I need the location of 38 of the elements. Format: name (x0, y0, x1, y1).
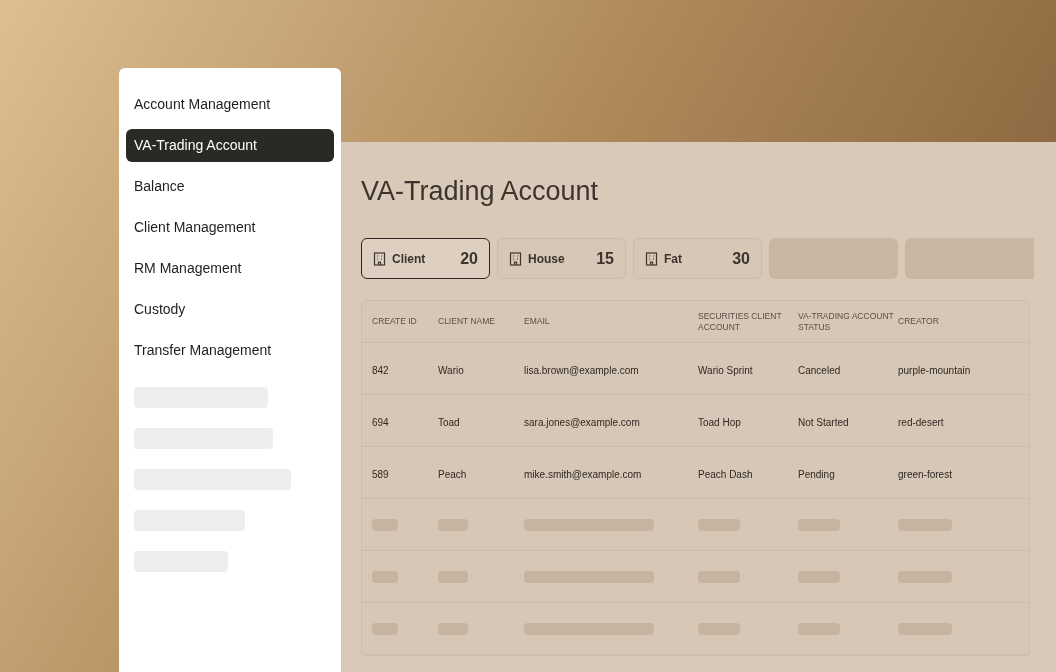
stat-tab[interactable]: Fat 30 (633, 238, 762, 279)
building-icon (645, 251, 658, 266)
building-icon (373, 251, 386, 266)
table-cell: 589 (372, 468, 389, 480)
table-cell: 694 (372, 416, 389, 428)
page-title: VA-Trading Account (361, 175, 600, 208)
table-cell: Wario (438, 364, 464, 376)
table-cell: Canceled (798, 364, 841, 376)
table-cell: lisa.brown@example.com (524, 364, 639, 376)
nav-item[interactable]: Balance (126, 170, 334, 203)
nav-item[interactable]: RM Management (126, 252, 334, 285)
column-header: CREATE ID (372, 316, 418, 327)
nav-item[interactable]: Custody (126, 293, 334, 326)
nav-item[interactable]: Account Management (126, 88, 334, 121)
stat-tab[interactable]: House 15 (497, 238, 626, 279)
table-cell: Peach Dash (698, 468, 753, 480)
table-cell: purple-mountain (898, 364, 971, 376)
stat-tab[interactable]: Client 20 (361, 238, 490, 279)
table-cell: sara.jones@example.com (524, 416, 640, 428)
column-header: CLIENT NAME (438, 316, 496, 327)
column-header: VA-TRADING ACCOUNT STATUS (798, 310, 895, 333)
table-cell: Toad Hop (698, 416, 741, 428)
table-cell: Pending (798, 468, 835, 480)
nav-item[interactable]: Transfer Management (126, 334, 334, 367)
table-cell: mike.smith@example.com (524, 468, 642, 480)
table-cell: 842 (372, 364, 389, 376)
nav-item[interactable]: VA-Trading Account (126, 129, 334, 162)
table-cell: Not Started (798, 416, 849, 428)
column-header: EMAIL (524, 316, 551, 327)
column-header: CREATOR (898, 316, 940, 327)
building-icon (509, 251, 522, 266)
table-cell: Peach (438, 468, 467, 480)
column-header: SECURITIES CLIENT ACCOUNT (698, 310, 783, 333)
table-cell: Wario Sprint (698, 364, 753, 376)
table-cell: Toad (438, 416, 460, 428)
nav-item[interactable]: Client Management (126, 211, 334, 244)
table-cell: green-forest (898, 468, 952, 480)
table-cell: red-desert (898, 416, 944, 428)
